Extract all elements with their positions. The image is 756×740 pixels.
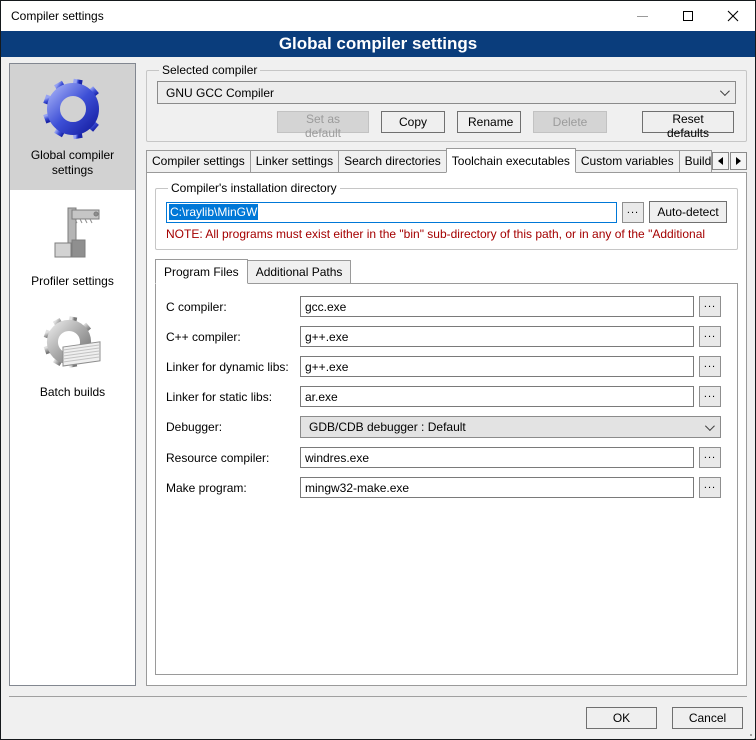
field-row-linker-static: Linker for static libs: ...	[166, 386, 721, 407]
debugger-select[interactable]: GDB/CDB debugger : Default	[300, 416, 721, 438]
programs-tab-bar: Program Files Additional Paths	[155, 259, 350, 283]
compiler-settings-window: Compiler settings Global compiler settin…	[0, 0, 756, 740]
compiler-select-value: GNU GCC Compiler	[166, 86, 274, 100]
dialog-header-title: Global compiler settings	[279, 34, 477, 54]
tab-build-options[interactable]: Build options	[679, 150, 712, 173]
field-row-make-program: Make program: ...	[166, 477, 721, 498]
cpp-compiler-input[interactable]	[300, 326, 694, 347]
settings-tab-bar: Compiler settings Linker settings Search…	[146, 148, 747, 172]
copy-button[interactable]: Copy	[381, 111, 445, 133]
make-program-label: Make program:	[166, 481, 300, 495]
linker-static-browse-button[interactable]: ...	[699, 386, 721, 407]
close-button[interactable]	[710, 1, 755, 31]
tab-scroll-left-button[interactable]	[712, 152, 729, 170]
tab-program-files[interactable]: Program Files	[155, 259, 248, 284]
field-row-c-compiler: C compiler: ...	[166, 296, 721, 317]
gray-gear-stack-icon	[41, 314, 105, 378]
auto-detect-button[interactable]: Auto-detect	[649, 201, 727, 223]
resource-compiler-label: Resource compiler:	[166, 451, 300, 465]
installation-directory-value: C:\raylib\MinGW	[169, 204, 258, 220]
resource-compiler-input[interactable]	[300, 447, 694, 468]
program-files-panel: C compiler: ... C++ compiler: ... Linker…	[155, 283, 738, 675]
sidebar-item-label: Global compiler settings	[14, 148, 131, 178]
installation-directory-row: C:\raylib\MinGW ... Auto-detect	[166, 201, 727, 223]
chevron-down-icon	[720, 86, 730, 96]
make-program-browse-button[interactable]: ...	[699, 477, 721, 498]
field-row-linker-dynamic: Linker for dynamic libs: ...	[166, 356, 721, 377]
rename-button[interactable]: Rename	[457, 111, 521, 133]
sidebar-item-batch-builds[interactable]: Batch builds	[10, 301, 135, 412]
tab-additional-paths[interactable]: Additional Paths	[247, 260, 352, 284]
tab-scroll-left-icon	[718, 157, 723, 165]
sidebar-item-label: Batch builds	[40, 385, 105, 400]
cancel-button[interactable]: Cancel	[672, 707, 743, 729]
debugger-select-value: GDB/CDB debugger : Default	[309, 420, 466, 434]
tab-linker-settings[interactable]: Linker settings	[250, 150, 339, 173]
c-compiler-label: C compiler:	[166, 300, 300, 314]
field-row-debugger: Debugger: GDB/CDB debugger : Default	[166, 416, 721, 438]
set-as-default-button[interactable]: Set as default	[277, 111, 369, 133]
reset-defaults-button[interactable]: Reset defaults	[642, 111, 734, 133]
linker-dynamic-label: Linker for dynamic libs:	[166, 360, 300, 374]
selected-compiler-group: Selected compiler GNU GCC Compiler Set a…	[146, 63, 747, 142]
c-compiler-browse-button[interactable]: ...	[699, 296, 721, 317]
bin-subdirectory-note: NOTE: All programs must exist either in …	[166, 227, 727, 241]
chevron-down-icon	[705, 421, 715, 431]
installation-directory-legend: Compiler's installation directory	[168, 181, 340, 195]
linker-static-label: Linker for static libs:	[166, 390, 300, 404]
installation-directory-input[interactable]: C:\raylib\MinGW	[166, 202, 617, 223]
tab-scroll-right-button[interactable]	[730, 152, 747, 170]
linker-dynamic-input[interactable]	[300, 356, 694, 377]
title-bar: Compiler settings	[1, 1, 755, 31]
sidebar-item-profiler-settings[interactable]: Profiler settings	[10, 190, 135, 301]
settings-category-list: Global compiler settings Profiler settin…	[9, 63, 136, 686]
linker-static-input[interactable]	[300, 386, 694, 407]
make-program-input[interactable]	[300, 477, 694, 498]
caliper-icon	[41, 203, 105, 267]
delete-button[interactable]: Delete	[533, 111, 607, 133]
debugger-label: Debugger:	[166, 420, 300, 434]
toolchain-executables-panel: Compiler's installation directory C:\ray…	[146, 172, 747, 686]
compiler-buttons-row: Set as default Copy Rename Delete Reset …	[277, 111, 736, 133]
ok-button[interactable]: OK	[586, 707, 657, 729]
tab-scroll-right-icon	[736, 157, 741, 165]
tab-search-directories[interactable]: Search directories	[338, 150, 447, 173]
tab-toolchain-executables[interactable]: Toolchain executables	[446, 148, 576, 173]
dialog-body: Global compiler settings Profiler settin…	[1, 57, 755, 696]
resize-grip[interactable]	[741, 725, 752, 736]
maximize-button[interactable]	[665, 1, 710, 31]
linker-dynamic-browse-button[interactable]: ...	[699, 356, 721, 377]
sidebar-item-global-compiler-settings[interactable]: Global compiler settings	[10, 64, 135, 190]
minimize-icon	[637, 16, 648, 17]
field-row-cpp-compiler: C++ compiler: ...	[166, 326, 721, 347]
window-title: Compiler settings	[1, 9, 104, 23]
tab-scroll-arrows	[711, 152, 747, 170]
tab-compiler-settings[interactable]: Compiler settings	[146, 150, 251, 173]
minimize-button[interactable]	[620, 1, 665, 31]
dialog-header: Global compiler settings	[1, 31, 755, 57]
settings-content: Selected compiler GNU GCC Compiler Set a…	[146, 63, 747, 686]
installation-directory-browse-button[interactable]: ...	[622, 202, 644, 223]
cpp-compiler-label: C++ compiler:	[166, 330, 300, 344]
selected-compiler-legend: Selected compiler	[159, 63, 260, 77]
tab-custom-variables[interactable]: Custom variables	[575, 150, 680, 173]
window-controls	[620, 1, 755, 31]
sidebar-item-label: Profiler settings	[31, 274, 114, 289]
cpp-compiler-browse-button[interactable]: ...	[699, 326, 721, 347]
close-icon	[727, 10, 739, 22]
resource-compiler-browse-button[interactable]: ...	[699, 447, 721, 468]
field-row-resource-compiler: Resource compiler: ...	[166, 447, 721, 468]
compiler-select[interactable]: GNU GCC Compiler	[157, 81, 736, 104]
blue-gear-icon	[41, 77, 105, 141]
footer: OK Cancel	[1, 697, 755, 739]
c-compiler-input[interactable]	[300, 296, 694, 317]
installation-directory-group: Compiler's installation directory C:\ray…	[155, 181, 738, 250]
maximize-icon	[683, 11, 693, 21]
